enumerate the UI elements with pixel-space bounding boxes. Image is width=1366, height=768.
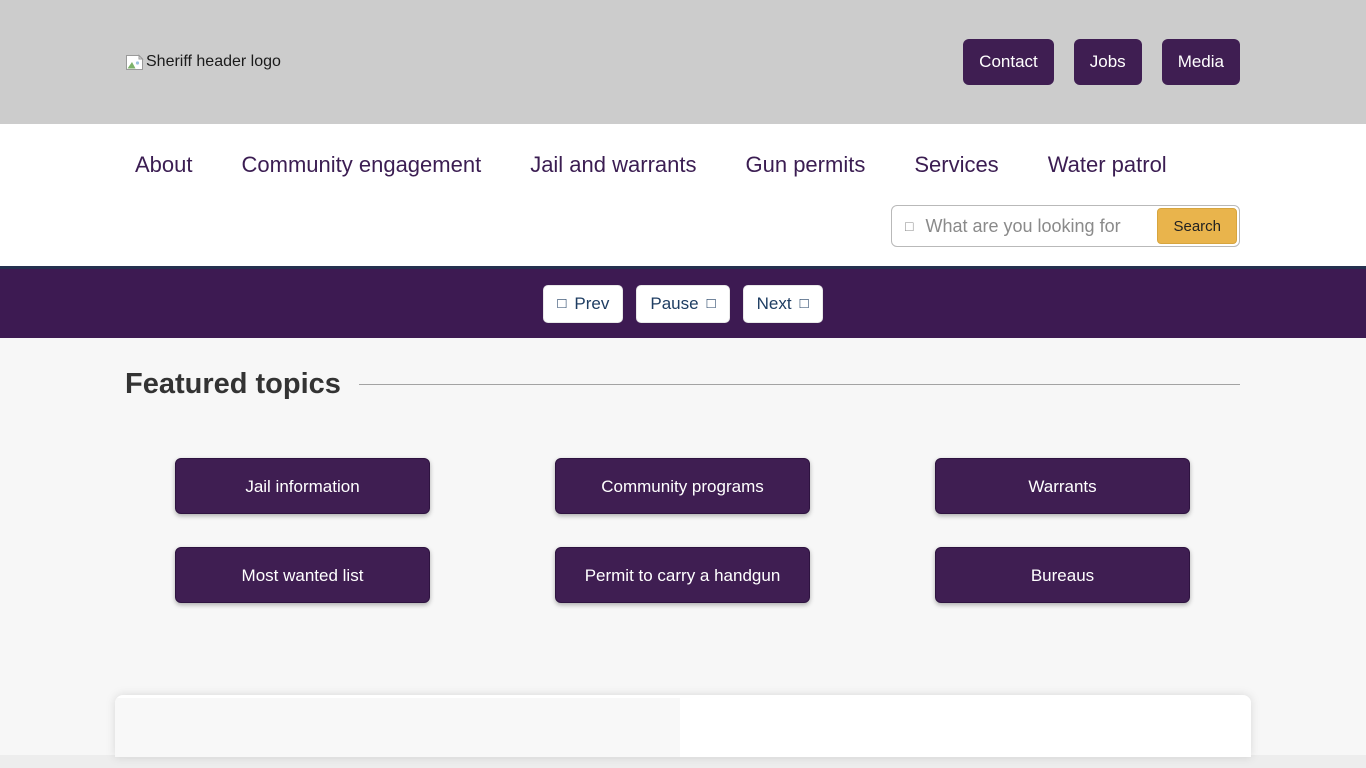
featured-topics-title: Featured topics bbox=[125, 368, 341, 401]
topics-grid: Jail information Community programs Warr… bbox=[175, 458, 1366, 603]
carousel-prev-button[interactable]: □ Prev bbox=[543, 285, 623, 323]
bottom-content-card bbox=[115, 695, 1251, 757]
contact-button[interactable]: Contact bbox=[963, 39, 1054, 85]
featured-topics-header: Featured topics bbox=[125, 338, 1240, 401]
nav-item-community-engagement[interactable]: Community engagement bbox=[242, 150, 482, 180]
topic-button-most-wanted-list[interactable]: Most wanted list bbox=[175, 547, 430, 603]
nav-item-services[interactable]: Services bbox=[914, 150, 998, 180]
prev-arrow-icon: □ bbox=[557, 295, 566, 312]
sheriff-logo[interactable]: Sheriff header logo bbox=[125, 53, 281, 71]
topic-button-jail-information[interactable]: Jail information bbox=[175, 458, 430, 514]
prev-label: Prev bbox=[574, 294, 609, 314]
nav-item-water-patrol[interactable]: Water patrol bbox=[1048, 150, 1167, 180]
topic-button-community-programs[interactable]: Community programs bbox=[555, 458, 810, 514]
search-box: □ Search bbox=[891, 205, 1240, 247]
topic-button-warrants[interactable]: Warrants bbox=[935, 458, 1190, 514]
nav-item-jail-and-warrants[interactable]: Jail and warrants bbox=[530, 150, 696, 180]
next-label: Next bbox=[757, 294, 792, 314]
search-icon: □ bbox=[905, 218, 913, 234]
carousel-pause-button[interactable]: Pause □ bbox=[636, 285, 729, 323]
main-nav: About Community engagement Jail and warr… bbox=[135, 124, 1366, 180]
bottom-card-left-pane bbox=[115, 698, 680, 757]
site-header: Sheriff header logo Contact Jobs Media bbox=[0, 0, 1366, 124]
header-actions: Contact Jobs Media bbox=[963, 39, 1240, 85]
media-button[interactable]: Media bbox=[1162, 39, 1240, 85]
bottom-card-right-pane bbox=[680, 698, 1251, 757]
carousel-next-button[interactable]: Next □ bbox=[743, 285, 823, 323]
next-arrow-icon: □ bbox=[800, 295, 809, 312]
search-button[interactable]: Search bbox=[1157, 208, 1237, 244]
search-row: □ Search bbox=[0, 205, 1240, 247]
nav-item-about[interactable]: About bbox=[135, 150, 193, 180]
logo-alt-text: Sheriff header logo bbox=[146, 53, 281, 71]
topic-button-permit-to-carry[interactable]: Permit to carry a handgun bbox=[555, 547, 810, 603]
featured-topics-section: Featured topics Jail information Communi… bbox=[0, 338, 1366, 768]
nav-item-gun-permits[interactable]: Gun permits bbox=[746, 150, 866, 180]
jobs-button[interactable]: Jobs bbox=[1074, 39, 1142, 85]
search-input[interactable] bbox=[923, 215, 1157, 238]
heading-divider bbox=[359, 384, 1240, 385]
topic-button-bureaus[interactable]: Bureaus bbox=[935, 547, 1190, 603]
carousel-control-bar: □ Prev Pause □ Next □ bbox=[0, 266, 1366, 338]
pause-label: Pause bbox=[650, 294, 698, 314]
broken-image-icon bbox=[125, 54, 144, 71]
pause-icon: □ bbox=[707, 295, 716, 312]
nav-band: About Community engagement Jail and warr… bbox=[0, 124, 1366, 266]
